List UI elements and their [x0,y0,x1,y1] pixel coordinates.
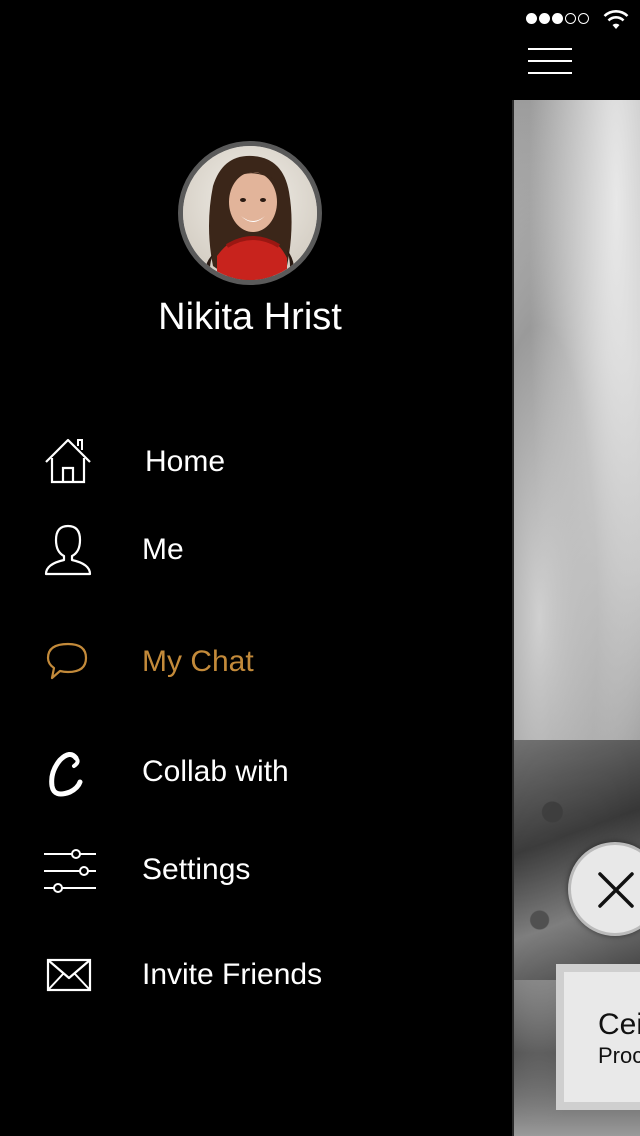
signal-dot [565,13,576,24]
info-card[interactable]: Cei Proc [556,964,640,1110]
home-icon [45,438,91,484]
menu-item-home[interactable]: Home [0,432,500,492]
menu-item-my-chat[interactable]: My Chat [0,632,500,692]
info-card-subtitle: Proc [598,1043,640,1068]
menu-item-collab-with[interactable]: Collab with [0,742,500,802]
wifi-icon [603,10,629,29]
avatar[interactable] [178,141,322,285]
info-card-body: Cei Proc [564,972,640,1102]
close-icon [598,872,634,908]
status-bar [0,0,640,40]
hamburger-line [528,60,572,62]
menu-label-settings: Settings [142,853,251,886]
profile-name: Nikita Hrist [158,296,342,338]
signal-strength-icon [526,13,589,24]
avatar-photo [183,146,317,280]
envelope-icon [46,958,92,992]
menu-label-me: Me [142,533,184,566]
signal-dot [578,13,589,24]
signal-dot [552,13,563,24]
hamburger-line [528,48,572,50]
hamburger-line [528,72,572,74]
menu-label-collab-with: Collab with [142,755,289,788]
hamburger-menu-icon[interactable] [528,46,574,78]
info-card-title: Cei [598,1008,640,1041]
menu-item-settings[interactable]: Settings [0,840,500,900]
signal-dot [526,13,537,24]
menu-label-home: Home [145,445,226,478]
signal-dot [539,13,550,24]
collab-icon [49,752,83,797]
menu-item-invite-friends[interactable]: Invite Friends [0,945,500,1005]
user-icon [44,524,92,576]
menu-label-invite-friends: Invite Friends [142,958,323,991]
menu-item-me[interactable]: Me [0,520,500,580]
chat-bubble-icon [46,642,88,680]
sliders-icon [44,849,96,893]
menu-label-my-chat: My Chat [142,645,254,678]
